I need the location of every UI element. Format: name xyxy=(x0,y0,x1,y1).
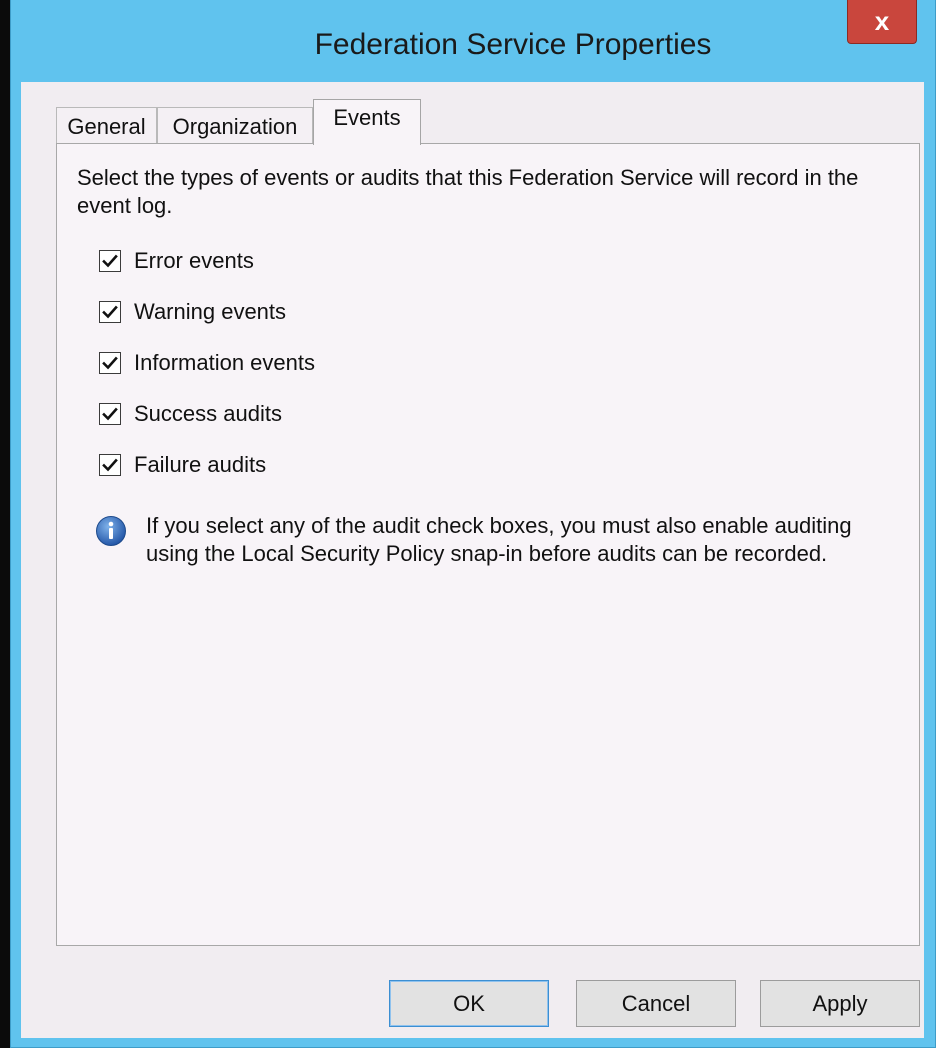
tab-organization[interactable]: Organization xyxy=(157,107,313,144)
checkbox[interactable] xyxy=(99,250,121,272)
checkbox-failure-audits[interactable]: Failure audits xyxy=(99,450,266,480)
apply-button[interactable]: Apply xyxy=(760,980,920,1027)
checkbox-information-events[interactable]: Information events xyxy=(99,348,315,378)
checkbox[interactable] xyxy=(99,403,121,425)
checkbox-label: Success audits xyxy=(134,401,282,426)
events-tab-panel: Select the types of events or audits tha… xyxy=(56,143,920,946)
tab-general[interactable]: General xyxy=(56,107,157,144)
checkbox-label: Information events xyxy=(134,350,315,375)
checkmark-icon xyxy=(102,305,118,319)
checkmark-icon xyxy=(102,458,118,472)
checkmark-icon xyxy=(102,356,118,370)
checkbox[interactable] xyxy=(99,352,121,374)
close-icon: x xyxy=(874,6,890,36)
checkbox-label: Error events xyxy=(134,248,254,273)
checkbox-warning-events[interactable]: Warning events xyxy=(99,297,286,327)
tab-events[interactable]: Events xyxy=(313,99,421,145)
info-icon xyxy=(96,516,126,546)
checkmark-icon xyxy=(102,254,118,268)
checkbox-label: Warning events xyxy=(134,299,287,324)
checkbox-error-events[interactable]: Error events xyxy=(99,246,254,276)
ok-button[interactable]: OK xyxy=(389,980,549,1027)
tab-strip: General Organization Events xyxy=(56,99,421,145)
checkbox-label: Failure audits xyxy=(134,452,267,477)
window-title: Federation Service Properties xyxy=(314,28,712,61)
checkbox-success-audits[interactable]: Success audits xyxy=(99,399,282,429)
checkbox[interactable] xyxy=(99,454,121,476)
close-button[interactable]: x xyxy=(847,0,917,44)
checkmark-icon xyxy=(102,407,118,421)
cancel-button[interactable]: Cancel xyxy=(576,980,736,1027)
dialog-window: Federation Service Properties x General … xyxy=(10,0,936,1048)
audit-info-text: If you select any of the audit check box… xyxy=(146,513,852,566)
dialog-client-area: General Organization Events Select the t… xyxy=(21,82,924,1038)
events-intro-text: Select the types of events or audits tha… xyxy=(77,165,859,218)
checkbox[interactable] xyxy=(99,301,121,323)
